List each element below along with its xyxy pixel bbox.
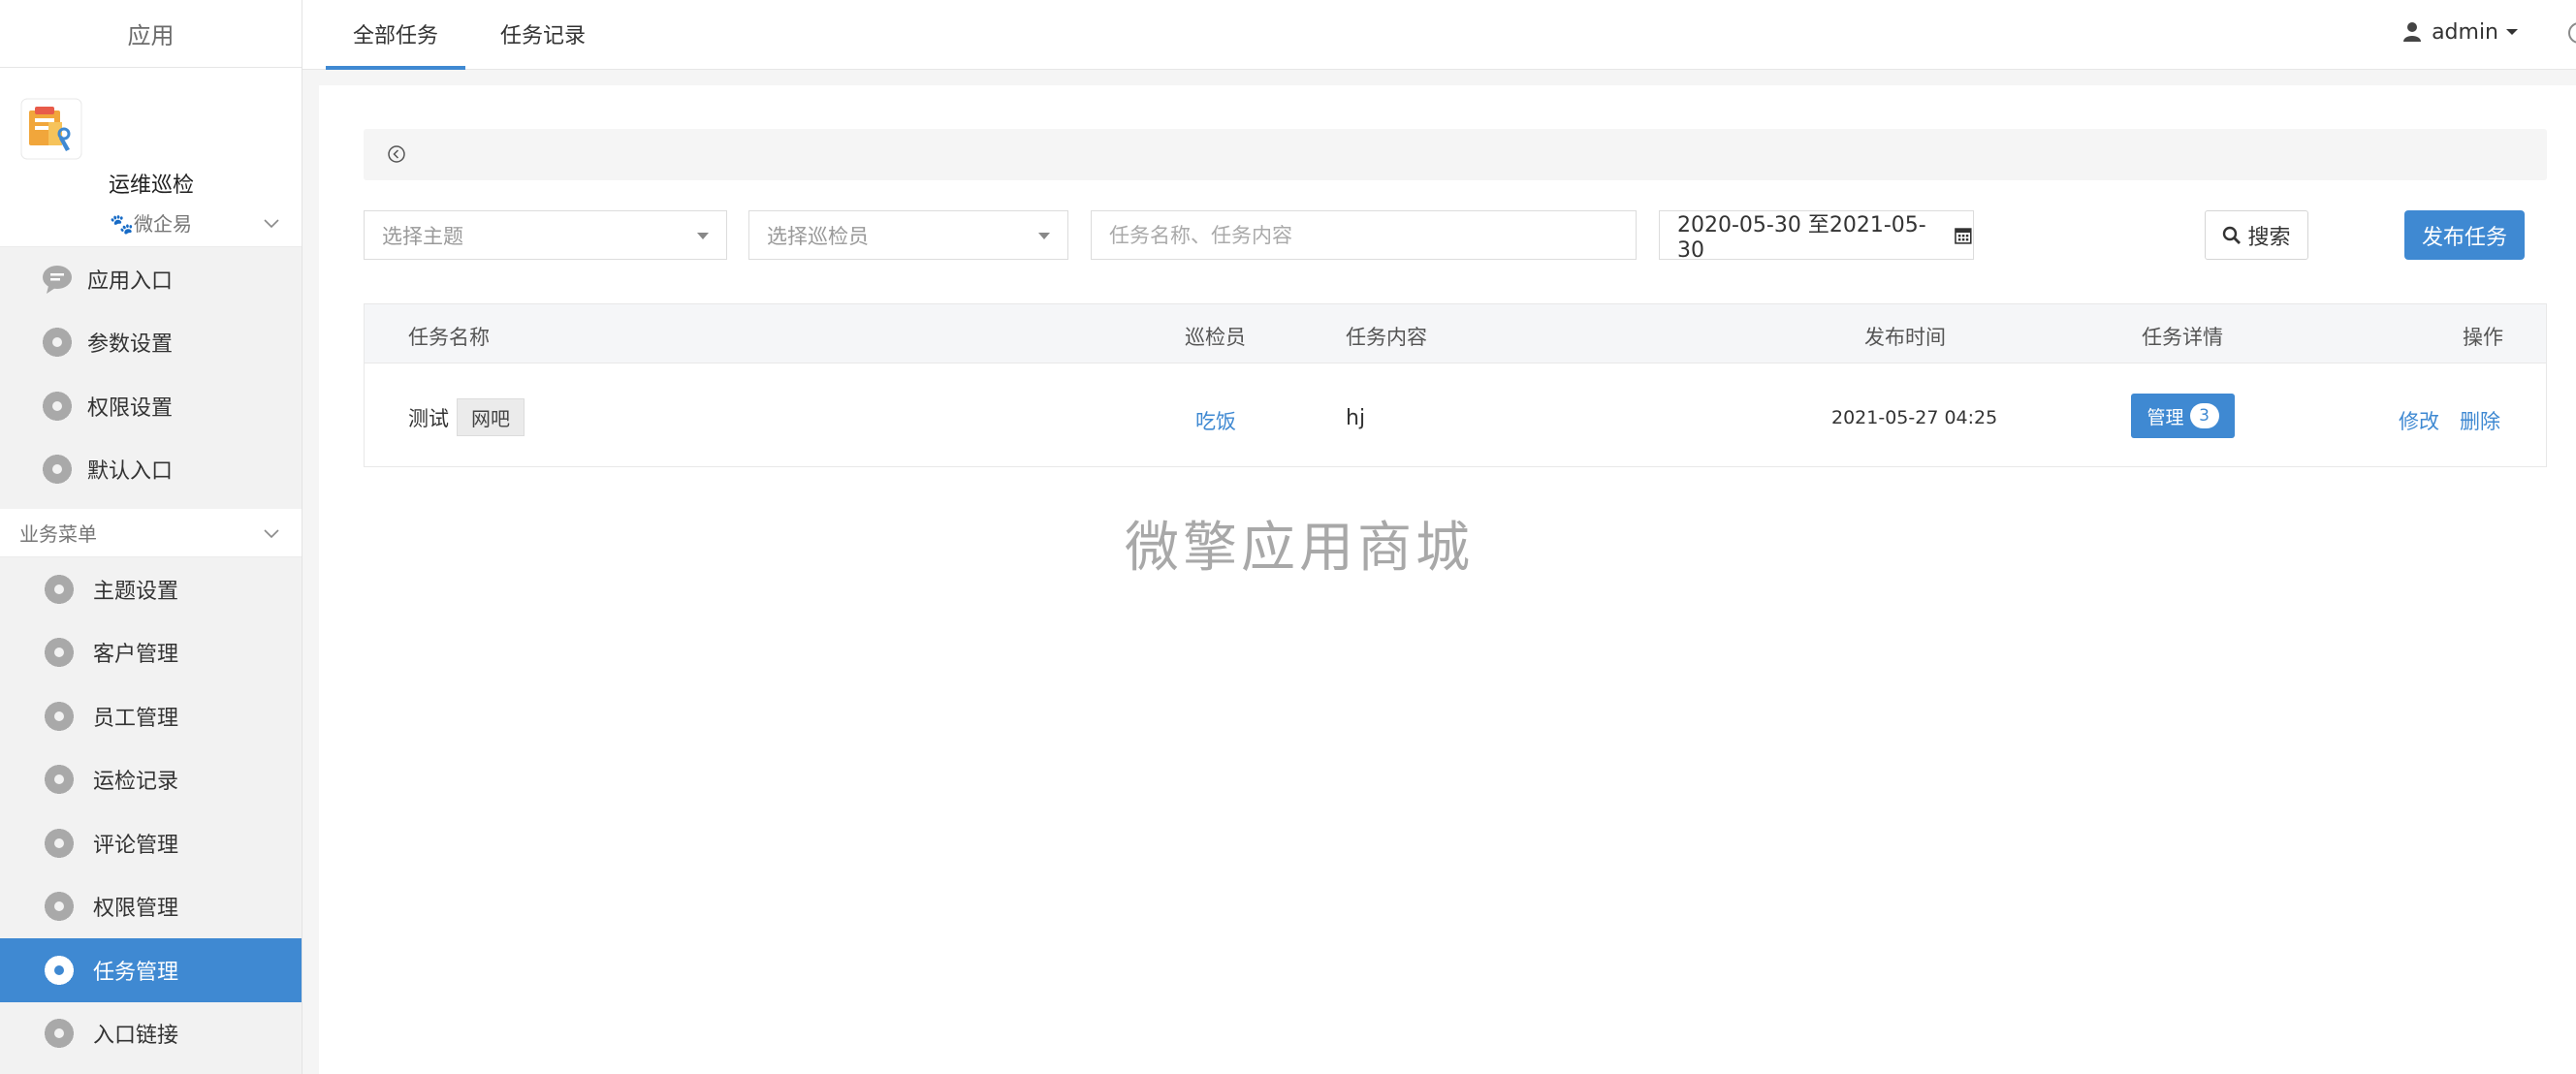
header-inspector: 巡检员: [1185, 326, 1246, 349]
group-label: 🐾微企易: [110, 212, 192, 236]
header-task-content: 任务内容: [1346, 326, 1427, 349]
sidebar-group2-list: 主题设置 客户管理 员工管理 运检记录 评论管理 权限管理 任务管理 入口链接: [0, 557, 302, 1065]
user-menu[interactable]: admin: [2402, 0, 2518, 64]
gear-icon: [45, 892, 74, 922]
sidebar-item-inspection-records[interactable]: 运检记录: [0, 748, 302, 812]
sidebar-item-entry-links[interactable]: 入口链接: [0, 1002, 302, 1066]
sidebar-item-label: 运检记录: [93, 770, 179, 795]
sidebar-item-params[interactable]: 参数设置: [0, 311, 302, 375]
header-task-details: 任务详情: [2142, 326, 2223, 349]
gear-icon: [45, 828, 74, 858]
edit-link[interactable]: 修改: [2399, 406, 2439, 435]
delete-link[interactable]: 删除: [2460, 406, 2500, 435]
chevron-down-icon: [264, 219, 279, 229]
cell-publish-time: 2021-05-27 04:25: [1831, 407, 1998, 428]
inspector-select[interactable]: 选择巡检员: [748, 210, 1068, 260]
theme-select[interactable]: 选择主题: [364, 210, 727, 260]
sidebar-group-weiqiyi[interactable]: 🐾微企易: [0, 199, 302, 247]
publish-task-button[interactable]: 发布任务: [2404, 210, 2525, 260]
tab-label: 任务记录: [500, 24, 587, 48]
sidebar-group-business-menu[interactable]: 业务菜单: [0, 509, 302, 557]
search-button-label: 搜索: [2247, 225, 2291, 250]
sidebar-item-comments[interactable]: 评论管理: [0, 811, 302, 875]
select-placeholder: 选择巡检员: [767, 224, 869, 248]
sidebar-item-label: 员工管理: [93, 706, 179, 731]
dropdown-caret-icon: [697, 233, 709, 239]
inspector-link[interactable]: 吃饭: [1195, 406, 1236, 435]
search-icon: [2223, 226, 2242, 244]
gear-icon: [45, 574, 74, 604]
header-actions: 操作: [2463, 326, 2503, 349]
tab-all-tasks[interactable]: 全部任务: [326, 0, 465, 70]
app-root: 应用 运维巡检 🐾微企易 应用入口 参数设置 权限设置 默认入口 业务菜单 主题…: [0, 0, 2576, 1074]
calendar-icon: [1955, 227, 1972, 244]
manage-button[interactable]: 管理 3: [2131, 394, 2235, 438]
table-header: 任务名称 巡检员 任务内容 发布时间 任务详情 操作: [365, 304, 2546, 363]
sidebar-item-label: 应用入口: [87, 268, 174, 294]
cell-task-name: 测试 网吧: [408, 398, 525, 436]
sidebar-item-customers[interactable]: 客户管理: [0, 621, 302, 685]
user-icon: [2403, 22, 2422, 42]
sidebar-item-task-management[interactable]: 任务管理: [0, 938, 302, 1002]
sidebar-item-label: 入口链接: [93, 1024, 179, 1049]
sidebar-item-label: 任务管理: [93, 960, 179, 985]
gear-icon: [45, 701, 74, 731]
dropdown-caret-icon: [1038, 233, 1050, 239]
count-badge: 3: [2189, 403, 2219, 428]
select-placeholder: 选择主题: [382, 224, 463, 248]
chat-bubble-icon: [43, 265, 72, 294]
chevron-down-icon: [264, 529, 279, 539]
date-range-value: 2020-05-30 至2021-05-30: [1677, 213, 1926, 263]
group-label: 业务菜单: [19, 522, 97, 546]
gear-icon: [45, 1019, 74, 1049]
top-navbar: 全部任务 任务记录 admin: [302, 0, 2576, 70]
task-table: 任务名称 巡检员 任务内容 发布时间 任务详情 操作 测试 网吧 吃饭 hj 2…: [364, 303, 2547, 467]
back-circle-icon[interactable]: [387, 144, 406, 164]
gear-icon: [45, 765, 74, 795]
sidebar-item-staff[interactable]: 员工管理: [0, 684, 302, 748]
clipboard-wrench-icon: [20, 98, 82, 160]
search-button[interactable]: 搜索: [2205, 210, 2308, 260]
sidebar-group1-list: 应用入口 参数设置 权限设置 默认入口: [0, 247, 302, 501]
theme-tag: 网吧: [457, 398, 525, 436]
sidebar-item-app-entry[interactable]: 应用入口: [0, 247, 302, 311]
sidebar-item-default-entry[interactable]: 默认入口: [0, 438, 302, 502]
message-icon[interactable]: [2568, 22, 2576, 44]
manage-label: 管理: [2147, 406, 2184, 428]
header-publish-time: 发布时间: [1864, 326, 1946, 349]
gear-icon: [43, 455, 72, 485]
breadcrumb: [364, 129, 2547, 180]
sidebar-title: 应用: [0, 0, 302, 68]
sidebar-item-label: 客户管理: [93, 643, 179, 668]
sidebar-item-label: 评论管理: [93, 833, 179, 858]
date-range-picker[interactable]: 2020-05-30 至2021-05-30: [1659, 210, 1974, 263]
sidebar-item-label: 主题设置: [93, 579, 179, 604]
caret-down-icon: [2506, 29, 2518, 35]
cell-task-content: hj: [1346, 406, 1366, 430]
app-name: 运维巡检: [109, 174, 195, 198]
sidebar: 应用 运维巡检 🐾微企易 应用入口 参数设置 权限设置 默认入口 业务菜单 主题…: [0, 0, 302, 1074]
gear-icon: [45, 955, 74, 985]
task-name: 测试: [408, 406, 449, 430]
sidebar-item-label: 权限管理: [93, 897, 179, 922]
sidebar-item-label: 权限设置: [87, 395, 174, 421]
watermark-text: 微擎应用商城: [1125, 517, 1474, 580]
gear-icon: [45, 638, 74, 668]
tab-label: 全部任务: [352, 24, 438, 48]
gear-icon: [43, 391, 72, 421]
sidebar-item-label: 参数设置: [87, 332, 174, 358]
username: admin: [2432, 19, 2498, 45]
sidebar-item-permissions[interactable]: 权限管理: [0, 875, 302, 939]
gear-icon: [43, 328, 72, 358]
table-row: 测试 网吧 吃饭 hj 2021-05-27 04:25 管理 3 修改 删除: [365, 363, 2546, 467]
header-task-name: 任务名称: [408, 326, 490, 349]
tab-task-records[interactable]: 任务记录: [500, 0, 586, 68]
sidebar-item-permission-settings[interactable]: 权限设置: [0, 374, 302, 438]
task-search-input[interactable]: [1091, 210, 1637, 260]
app-header: 运维巡检: [0, 68, 302, 199]
sidebar-item-theme-settings[interactable]: 主题设置: [0, 557, 302, 621]
sidebar-item-label: 默认入口: [87, 459, 174, 485]
